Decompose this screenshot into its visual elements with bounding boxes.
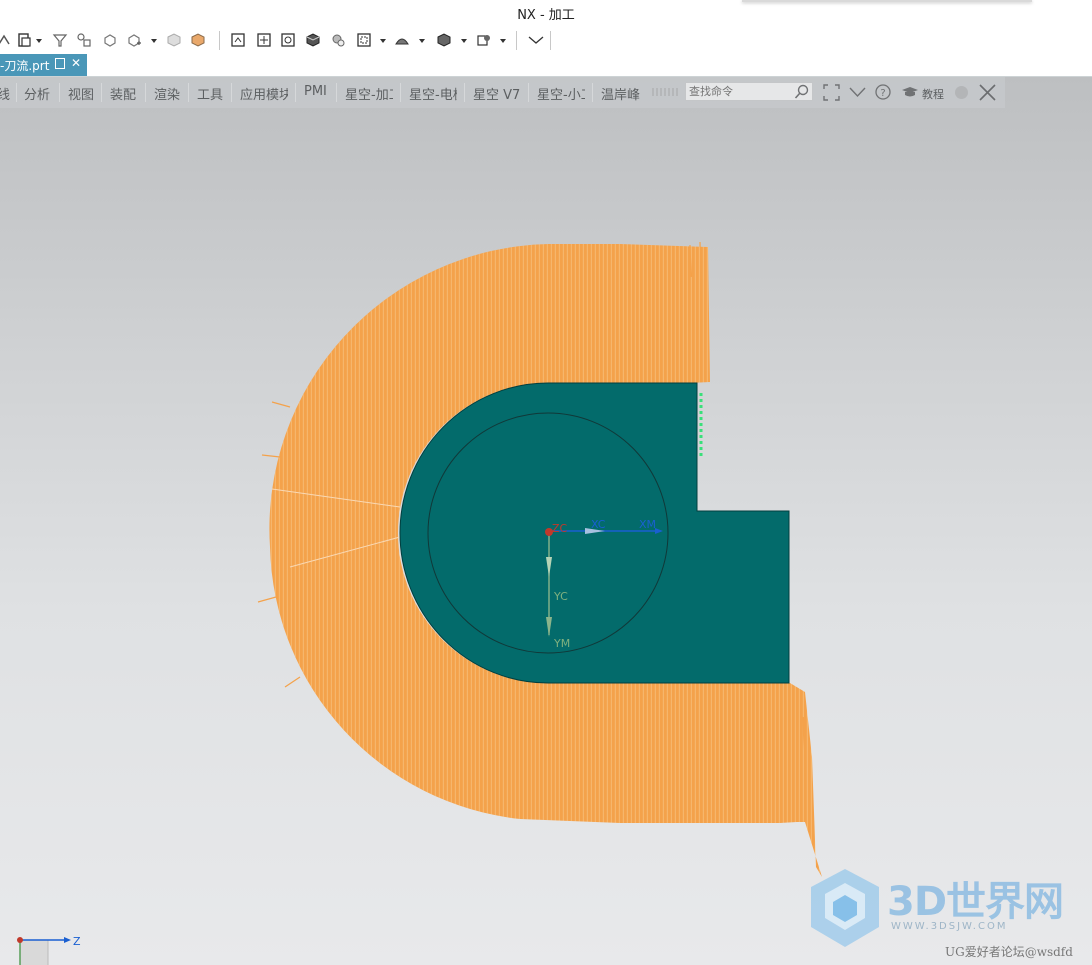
toolbar-separator <box>219 31 220 50</box>
model-scene <box>257 241 823 877</box>
hide-icon[interactable] <box>102 32 118 48</box>
file-tab[interactable]: -刀流.prt ✕ <box>0 54 87 76</box>
paste-icon[interactable] <box>16 32 32 48</box>
tab-separator <box>336 83 337 102</box>
tab-application[interactable]: 应用模块 <box>240 84 288 103</box>
tab-tools[interactable]: 工具 <box>197 84 223 103</box>
tab-assembly[interactable]: 装配 <box>110 84 136 103</box>
sketch-icon[interactable] <box>230 32 246 48</box>
csys-label-xc: XC <box>591 518 606 531</box>
new-window-icon[interactable] <box>55 58 65 69</box>
triad-label-z: Z <box>73 935 81 948</box>
quick-access-toolbar <box>0 26 1092 55</box>
watermark: 3D世界网 WWW.3DSJW.COM <box>805 865 1085 955</box>
toolbar-separator <box>516 31 517 50</box>
fit-icon[interactable] <box>356 32 372 48</box>
tab-separator <box>295 83 296 102</box>
csys-label-zc: ZC <box>552 522 568 535</box>
tab-wenanfeng[interactable]: 温岸峰 <box>601 84 640 103</box>
solid-icon[interactable] <box>436 32 452 48</box>
help-icon[interactable]: ? <box>875 84 891 100</box>
csys-label-xm: XM <box>639 518 657 531</box>
tab-separator <box>592 83 593 102</box>
part-body <box>399 382 790 684</box>
ribbon-tab-bar: 线 分析 视图 装配 渲染 工具 应用模块 PMI 星空-加工 星空-电极 星空… <box>0 77 1005 108</box>
more-icon[interactable] <box>528 32 544 48</box>
tab-separator <box>231 83 232 102</box>
grip-handle-icon[interactable] <box>652 88 680 96</box>
search-icon[interactable] <box>794 84 810 100</box>
tab-analysis[interactable]: 分析 <box>24 84 50 103</box>
shaded-icon[interactable] <box>305 32 321 48</box>
tab-separator <box>59 83 60 102</box>
tab-xingkong-electrode[interactable]: 星空-电极 <box>409 84 457 103</box>
svg-text:?: ? <box>880 88 885 99</box>
ribbon-options-chevron-icon[interactable] <box>849 86 866 98</box>
layer-dropdown-icon[interactable] <box>500 39 506 43</box>
status-dot-icon[interactable] <box>955 86 968 99</box>
layer-icon[interactable] <box>476 32 492 48</box>
title-bar: NX - 加工 <box>0 0 1092 26</box>
tab-view[interactable]: 视图 <box>68 84 94 103</box>
tab-line[interactable]: 线 <box>0 84 10 103</box>
orient-dropdown-icon[interactable] <box>419 39 425 43</box>
fit-dropdown-icon[interactable] <box>380 39 386 43</box>
fullscreen-icon[interactable] <box>823 84 840 101</box>
file-tab-name: -刀流.prt <box>0 59 50 73</box>
tab-separator <box>16 83 17 102</box>
toolbar-separator <box>550 31 551 50</box>
refresh-icon[interactable] <box>280 32 296 48</box>
view-orient-icon[interactable] <box>394 32 410 48</box>
solid-dropdown-icon[interactable] <box>461 39 467 43</box>
paste-dropdown-icon[interactable] <box>36 39 42 43</box>
tab-xingkong-machining[interactable]: 星空-加工 <box>345 84 393 103</box>
csys-label-ym: YM <box>554 637 571 650</box>
tab-separator <box>400 83 401 102</box>
tab-xingkong-tools[interactable]: 星空-小工具 <box>537 84 585 103</box>
window-title: NX - 加工 <box>517 8 575 23</box>
cube-gray-icon[interactable] <box>166 32 182 48</box>
csys-label-yc: YC <box>554 590 568 603</box>
show-icon[interactable] <box>126 32 142 48</box>
tab-separator <box>528 83 529 102</box>
feature-icon[interactable] <box>76 32 92 48</box>
graphics-window[interactable]: ZC XC XM YC YM 线 分析 视图 装配 渲染 工具 应用模块 PMI… <box>0 77 1092 965</box>
render-icon[interactable] <box>330 32 346 48</box>
tutorial-label[interactable]: 教程 <box>922 86 944 102</box>
tab-xingkong-v7[interactable]: 星空 V7 <box>473 84 520 103</box>
tab-separator <box>101 83 102 102</box>
watermark-url: WWW.3DSJW.COM <box>891 921 1008 932</box>
watermark-brand: 3D世界网 <box>887 879 1064 925</box>
tab-pmi[interactable]: PMI <box>304 84 327 99</box>
popup-shadow <box>742 0 1032 2</box>
watermark-credit: UG爱好者论坛@wsdfd <box>945 945 1073 959</box>
watermark-cube-logo <box>811 869 879 947</box>
document-tab-strip: -刀流.prt ✕ <box>0 54 1092 77</box>
close-tab-icon[interactable]: ✕ <box>71 56 81 70</box>
show-dropdown-icon[interactable] <box>151 39 157 43</box>
tab-separator <box>464 83 465 102</box>
move-icon[interactable] <box>256 32 272 48</box>
tab-render[interactable]: 渲染 <box>154 84 180 103</box>
tab-separator <box>145 83 146 102</box>
select-filter-icon[interactable] <box>52 32 68 48</box>
tutorial-cap-icon[interactable] <box>901 86 919 98</box>
tab-separator <box>188 83 189 102</box>
cube-orange-icon[interactable] <box>190 32 206 48</box>
close-icon[interactable] <box>979 84 996 101</box>
view-triad: Z <box>14 932 84 965</box>
snap-icon[interactable] <box>0 32 12 48</box>
